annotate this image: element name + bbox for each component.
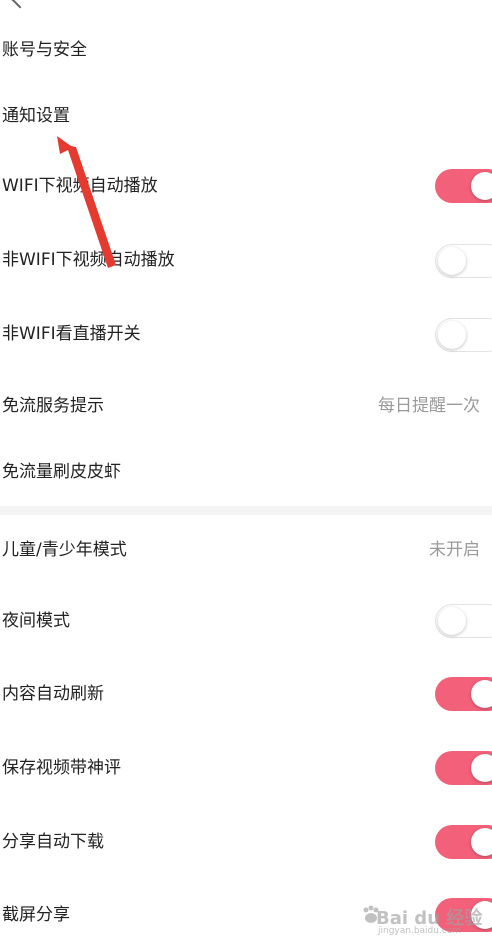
row-label: 保存视频带神评 — [2, 758, 121, 778]
settings-row-save-with-comment: 保存视频带神评 — [0, 758, 492, 782]
row-label: 截屏分享 — [2, 905, 70, 925]
row-label: 非WIFI下视频自动播放 — [2, 250, 175, 270]
settings-row-wifi-autoplay: WIFI下视频自动播放 — [0, 176, 492, 200]
settings-row-free-flow-skin[interactable]: 免流量刷皮皮虾 — [0, 462, 492, 486]
row-value: 未开启 — [429, 540, 480, 560]
screenshot-share-toggle[interactable] — [435, 898, 492, 932]
toggle-knob — [438, 321, 466, 349]
row-label: WIFI下视频自动播放 — [2, 176, 158, 196]
section-divider — [0, 506, 492, 515]
toggle-knob — [471, 172, 492, 200]
row-label: 通知设置 — [2, 106, 70, 126]
nonwifi-autoplay-toggle[interactable] — [435, 244, 492, 278]
settings-row-night-mode: 夜间模式 — [0, 611, 492, 635]
settings-row-account-security[interactable]: 账号与安全 — [0, 40, 492, 64]
nonwifi-live-toggle[interactable] — [435, 318, 492, 352]
row-label: 夜间模式 — [2, 611, 70, 631]
row-label: 账号与安全 — [2, 40, 87, 60]
settings-row-share-auto-download: 分享自动下载 — [0, 832, 492, 856]
toggle-knob — [471, 680, 492, 708]
toggle-knob — [471, 901, 492, 929]
settings-row-auto-refresh: 内容自动刷新 — [0, 684, 492, 708]
night-mode-toggle[interactable] — [435, 604, 492, 638]
row-label: 分享自动下载 — [2, 832, 104, 852]
row-label: 免流量刷皮皮虾 — [2, 462, 121, 482]
row-label: 内容自动刷新 — [2, 684, 104, 704]
back-icon[interactable] — [11, 0, 29, 9]
top-bar-remnant — [0, 0, 492, 9]
row-label: 免流服务提示 — [2, 396, 104, 416]
toggle-knob — [438, 247, 466, 275]
settings-row-notification[interactable]: 通知设置 — [0, 106, 492, 130]
row-label: 儿童/青少年模式 — [2, 540, 127, 560]
auto-refresh-toggle[interactable] — [435, 677, 492, 711]
settings-row-screenshot-share: 截屏分享 — [0, 905, 492, 929]
settings-row-kids-mode[interactable]: 儿童/青少年模式 未开启 — [0, 540, 492, 564]
row-label: 非WIFI看直播开关 — [2, 324, 141, 344]
row-value: 每日提醒一次 — [378, 396, 480, 416]
settings-row-nonwifi-autoplay: 非WIFI下视频自动播放 — [0, 250, 492, 274]
share-auto-download-toggle[interactable] — [435, 825, 492, 859]
toggle-knob — [471, 754, 492, 782]
wifi-autoplay-toggle[interactable] — [435, 169, 492, 203]
settings-row-free-flow-tip[interactable]: 免流服务提示 每日提醒一次 — [0, 396, 492, 420]
settings-row-nonwifi-live: 非WIFI看直播开关 — [0, 324, 492, 348]
toggle-knob — [471, 828, 492, 856]
save-with-comment-toggle[interactable] — [435, 751, 492, 785]
toggle-knob — [438, 607, 466, 635]
